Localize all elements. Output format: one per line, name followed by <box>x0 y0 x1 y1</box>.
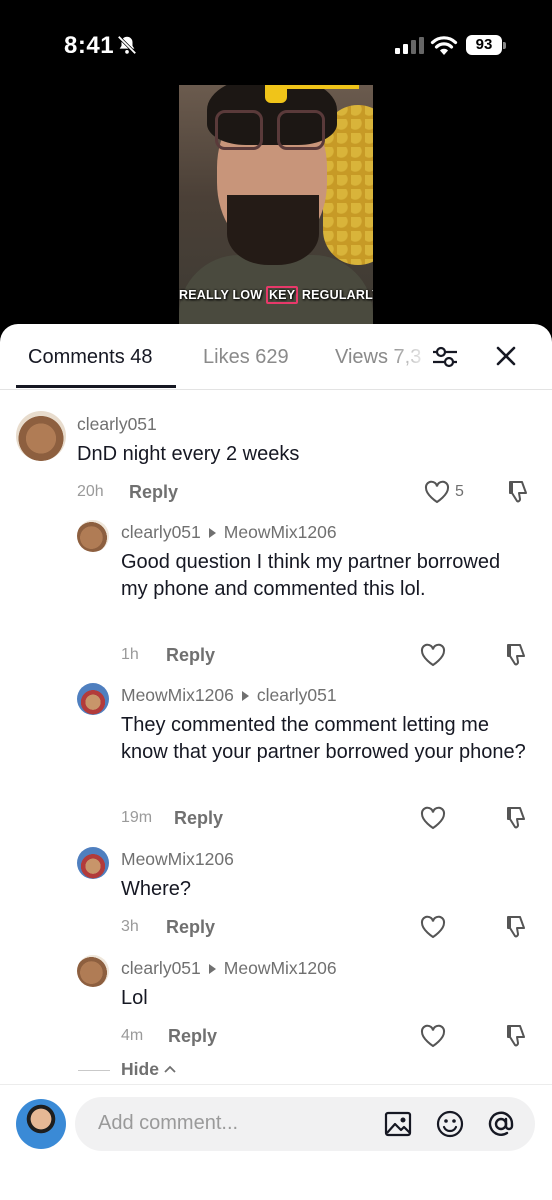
dislike-icon[interactable] <box>503 805 529 831</box>
dislike-icon[interactable] <box>503 1023 529 1049</box>
heart-icon[interactable] <box>420 915 446 939</box>
mention-icon[interactable] <box>486 1109 516 1139</box>
heart-icon[interactable] <box>420 1024 446 1048</box>
comment-composer: Add comment... <box>0 1084 552 1200</box>
comment-author[interactable]: clearly051 MeowMix1206 <box>121 522 337 543</box>
comment-time: 1h <box>121 646 139 663</box>
comment-text: Lol <box>121 987 148 1009</box>
close-icon[interactable] <box>492 342 520 370</box>
filter-icon[interactable] <box>430 342 460 372</box>
status-time: 8:41 <box>64 32 115 59</box>
dislike-icon[interactable] <box>503 914 529 940</box>
comment-time: 20h <box>77 483 104 500</box>
comment-input-placeholder: Add comment... <box>98 1112 239 1134</box>
reply-button[interactable]: Reply <box>166 917 215 938</box>
battery-level: 93 <box>466 35 502 55</box>
comment-time: 4m <box>121 1027 144 1044</box>
status-bar: 8:41 93 <box>0 0 552 84</box>
comment-text: Good question I think my partner borrowe… <box>121 551 501 600</box>
comment-text: DnD night every 2 weeks <box>77 443 300 465</box>
comments-sheet: Comments 48 Likes 629 Views 7,3 clearly0… <box>0 324 552 1200</box>
comment-input[interactable]: Add comment... <box>75 1097 535 1151</box>
bell-slash-icon <box>117 35 137 55</box>
reply-button[interactable]: Reply <box>166 645 215 666</box>
comment-time: 19m <box>121 809 153 826</box>
signal-icon <box>395 37 424 54</box>
heart-icon[interactable] <box>424 480 450 504</box>
comment-text: They commented the comment letting me kn… <box>121 714 526 763</box>
user-avatar[interactable] <box>16 1099 66 1149</box>
active-tab-indicator <box>16 385 176 388</box>
comment-text: Where? <box>121 878 192 900</box>
video-thumbnail[interactable]: REALLY LOW KEY REGULARLY. <box>179 85 373 335</box>
reply-arrow-icon <box>208 963 216 974</box>
avatar[interactable] <box>77 847 109 879</box>
hide-divider <box>78 1070 110 1071</box>
reply-button[interactable]: Reply <box>129 482 178 503</box>
avatar[interactable] <box>77 683 109 715</box>
comment-time: 3h <box>121 918 139 935</box>
comment-author[interactable]: MeowMix1206 <box>121 849 234 870</box>
heart-icon[interactable] <box>420 806 446 830</box>
reply-arrow-icon <box>241 690 249 701</box>
tab-comments[interactable]: Comments 48 <box>28 346 153 369</box>
tab-bar: Comments 48 Likes 629 Views 7,3 <box>0 324 552 390</box>
emoji-sticker-icon <box>265 85 287 103</box>
dislike-icon[interactable] <box>505 479 531 505</box>
tab-likes[interactable]: Likes 629 <box>203 346 289 369</box>
emoji-icon[interactable] <box>435 1109 465 1139</box>
video-caption: REALLY LOW KEY REGULARLY. <box>179 286 373 304</box>
comment-author[interactable]: clearly051 MeowMix1206 <box>121 958 337 979</box>
reply-arrow-icon <box>208 527 216 538</box>
wifi-icon <box>430 36 458 55</box>
image-icon[interactable] <box>383 1109 413 1139</box>
avatar[interactable] <box>16 411 66 461</box>
reply-button[interactable]: Reply <box>174 808 223 829</box>
avatar[interactable] <box>77 520 109 552</box>
heart-icon[interactable] <box>420 643 446 667</box>
dislike-icon[interactable] <box>503 642 529 668</box>
avatar[interactable] <box>77 955 109 987</box>
like-count: 5 <box>455 483 464 500</box>
comment-author[interactable]: MeowMix1206 clearly051 <box>121 685 337 706</box>
hide-replies-button[interactable]: Hide <box>121 1059 159 1080</box>
chevron-up-icon[interactable] <box>163 1064 177 1074</box>
battery-icon: 93 <box>466 35 506 55</box>
comment-author[interactable]: clearly051 <box>77 414 157 435</box>
reply-button[interactable]: Reply <box>168 1026 217 1047</box>
